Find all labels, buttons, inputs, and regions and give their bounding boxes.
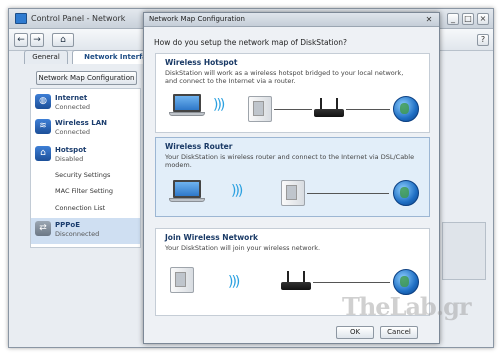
wireless-signal-icon: ))) [228, 274, 240, 290]
minimize-button[interactable]: _ [447, 13, 459, 25]
network-map-configuration-button[interactable]: Network Map Configuration [36, 71, 137, 85]
dialog-question: How do you setup the network map of Disk… [154, 38, 347, 47]
wireless-icon: ≋ [35, 119, 51, 134]
interface-wireless-lan[interactable]: ≋ Wireless LAN Connected [31, 116, 140, 138]
interface-name: Hotspot [55, 146, 87, 154]
help-button[interactable]: ? [477, 34, 489, 46]
globe-icon: ◍ [35, 94, 51, 109]
diskstation-icon [281, 180, 305, 206]
internet-globe-icon [393, 180, 419, 206]
tab-strip: General Network Interfa [24, 50, 159, 64]
laptop-icon [169, 180, 205, 202]
option-description: Your DiskStation will join your wireless… [165, 244, 321, 252]
tab-general[interactable]: General [24, 50, 68, 64]
cable-line [274, 109, 312, 110]
router-icon [314, 98, 344, 118]
wireless-signal-icon: ))) [213, 97, 225, 113]
background-panel [442, 222, 486, 280]
mac-filter-setting-link[interactable]: MAC Filter Setting [55, 187, 113, 195]
laptop-icon [169, 94, 205, 116]
interface-list: ◍ Internet Connected ≋ Wireless LAN Conn… [30, 88, 141, 248]
ok-button[interactable]: OK [336, 326, 374, 339]
hotspot-icon: ⌂ [35, 146, 51, 161]
diskstation-icon [248, 96, 272, 122]
interface-status: Disabled [55, 155, 84, 163]
internet-globe-icon [393, 96, 419, 122]
window-title: Control Panel - Network [31, 14, 126, 23]
watermark: TheLab.gr [342, 292, 472, 321]
dialog-titlebar[interactable]: Network Map Configuration ✕ [144, 13, 439, 27]
dialog-title: Network Map Configuration [149, 15, 245, 23]
option-description: DiskStation will work as a wireless hots… [165, 69, 404, 85]
option-description: Your DiskStation is wireless router and … [165, 153, 415, 169]
interface-name: Internet [55, 94, 88, 102]
cancel-button[interactable]: Cancel [380, 326, 418, 339]
interface-hotspot[interactable]: ⌂ Hotspot Disabled [31, 143, 140, 165]
maximize-button[interactable]: □ [462, 13, 474, 25]
home-button[interactable]: ⌂ [52, 33, 74, 47]
interface-status: Connected [55, 128, 91, 136]
forward-button[interactable]: → [30, 33, 44, 47]
interface-name: Wireless LAN [55, 119, 107, 127]
connection-list-link[interactable]: Connection List [55, 204, 105, 212]
interface-name: PPPoE [55, 221, 80, 229]
security-settings-link[interactable]: Security Settings [55, 171, 110, 179]
cable-line [346, 109, 390, 110]
interface-status: Disconnected [55, 230, 100, 238]
interface-pppoe[interactable]: ⇄ PPPoE Disconnected [31, 218, 140, 244]
wireless-signal-icon: ))) [231, 183, 243, 199]
dialog-close-icon[interactable]: ✕ [424, 15, 434, 25]
control-panel-icon [15, 13, 27, 24]
option-title: Wireless Router [165, 142, 233, 151]
pppoe-icon: ⇄ [35, 221, 51, 236]
option-wireless-router[interactable]: Wireless Router Your DiskStation is wire… [155, 137, 430, 217]
option-title: Join Wireless Network [165, 233, 259, 242]
cable-line [313, 282, 390, 283]
option-title: Wireless Hotspot [165, 58, 238, 67]
interface-status: Connected [55, 103, 91, 111]
close-button[interactable]: × [477, 13, 489, 25]
back-button[interactable]: ← [14, 33, 28, 47]
option-wireless-hotspot[interactable]: Wireless Hotspot DiskStation will work a… [155, 53, 430, 133]
cable-line [307, 193, 389, 194]
router-icon [281, 271, 311, 291]
diskstation-icon [170, 267, 194, 293]
interface-internet[interactable]: ◍ Internet Connected [31, 91, 140, 113]
